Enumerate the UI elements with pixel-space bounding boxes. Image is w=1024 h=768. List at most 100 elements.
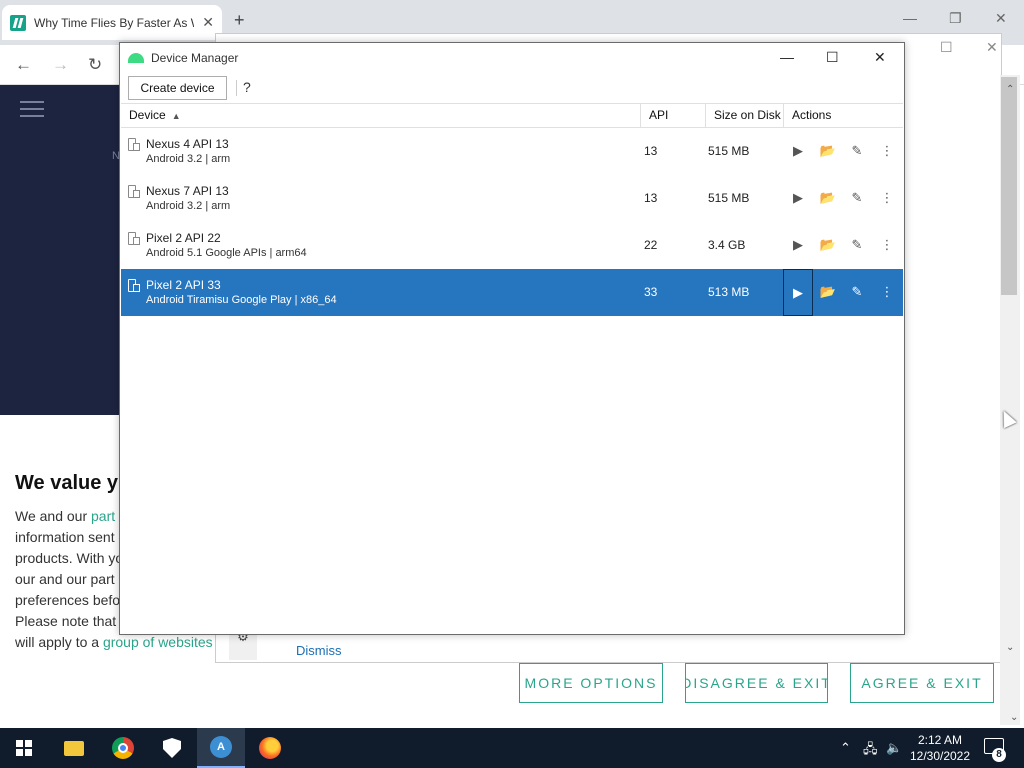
chrome-taskbar-button[interactable] bbox=[99, 728, 147, 768]
shield-icon bbox=[163, 738, 181, 758]
reload-icon[interactable]: ↻ bbox=[88, 55, 102, 75]
partners-link[interactable]: part bbox=[91, 508, 115, 524]
browser-restore-button[interactable]: ❐ bbox=[949, 10, 962, 27]
minimize-button[interactable]: — bbox=[780, 49, 794, 65]
device-api: 13 bbox=[644, 191, 658, 205]
device-manager-title: Device Manager bbox=[151, 51, 239, 65]
firefox-taskbar-button[interactable] bbox=[246, 728, 294, 768]
launch-play-icon[interactable]: ▶ bbox=[785, 233, 811, 257]
start-button[interactable] bbox=[0, 728, 48, 768]
overlay-restore-icon[interactable]: ☐ bbox=[940, 39, 953, 56]
edit-pencil-icon[interactable]: ✎ bbox=[844, 233, 870, 257]
consent-line: preferences befo bbox=[15, 592, 121, 608]
device-details: Android Tiramisu Google Play | x86_64 bbox=[146, 294, 337, 306]
device-name: Pixel 2 API 33 bbox=[146, 278, 221, 292]
folder-icon[interactable]: 📂 bbox=[815, 280, 841, 304]
create-device-button[interactable]: Create device bbox=[128, 76, 227, 100]
page-scrollbar-thumb[interactable] bbox=[1001, 77, 1017, 295]
device-api: 13 bbox=[644, 144, 658, 158]
firefox-icon bbox=[259, 737, 281, 759]
api-column-header[interactable]: API bbox=[641, 104, 706, 127]
toolbar-divider bbox=[236, 80, 237, 96]
close-tab-icon[interactable]: ✕ bbox=[202, 14, 214, 31]
size-column-header[interactable]: Size on Disk bbox=[706, 104, 784, 127]
security-taskbar-button[interactable] bbox=[148, 728, 196, 768]
more-vertical-icon[interactable]: ⋮ bbox=[874, 233, 900, 257]
device-details: Android 3.2 | arm bbox=[146, 153, 231, 165]
more-vertical-icon[interactable]: ⋮ bbox=[874, 280, 900, 304]
more-vertical-icon[interactable]: ⋮ bbox=[874, 139, 900, 163]
folder-icon[interactable]: 📂 bbox=[815, 139, 841, 163]
maximize-button[interactable]: ☐ bbox=[826, 49, 839, 66]
clock-date: 12/30/2022 bbox=[909, 749, 971, 763]
device-row[interactable]: Nexus 4 API 13 Android 3.2 | arm 13 515 … bbox=[121, 128, 903, 175]
dismiss-link[interactable]: Dismiss bbox=[296, 643, 342, 658]
chrome-icon bbox=[112, 737, 134, 759]
notification-count-badge: 8 bbox=[992, 748, 1006, 762]
browser-tab[interactable]: Why Time Flies By Faster As We ✕ bbox=[2, 5, 222, 40]
launch-play-icon[interactable]: ▶ bbox=[785, 186, 811, 210]
device-row-selected[interactable]: Pixel 2 API 33 Android Tiramisu Google P… bbox=[121, 269, 903, 316]
android-icon bbox=[128, 53, 144, 63]
taskbar-clock[interactable]: 2:12 AM 12/30/2022 bbox=[905, 732, 975, 764]
more-vertical-icon[interactable]: ⋮ bbox=[874, 186, 900, 210]
forward-arrow-icon[interactable]: → bbox=[52, 55, 69, 75]
group-of-websites-link[interactable]: group of websites bbox=[103, 634, 213, 650]
device-size: 515 MB bbox=[708, 191, 750, 205]
device-table-header: Device ▲ API Size on Disk Actions bbox=[121, 103, 903, 128]
edit-pencil-icon[interactable]: ✎ bbox=[844, 139, 870, 163]
device-icon bbox=[128, 232, 140, 247]
consent-line: Please note that bbox=[15, 613, 117, 629]
edit-pencil-icon[interactable]: ✎ bbox=[844, 186, 870, 210]
android-studio-taskbar-button[interactable]: A bbox=[197, 728, 245, 768]
device-size: 515 MB bbox=[708, 144, 750, 158]
browser-close-button[interactable]: ✕ bbox=[995, 10, 1007, 27]
network-icon[interactable]: 🖧 bbox=[863, 740, 878, 762]
folder-icon[interactable]: 📂 bbox=[815, 233, 841, 257]
consent-line: We and our part bbox=[15, 508, 116, 524]
edit-pencil-icon[interactable]: ✎ bbox=[844, 280, 870, 304]
scroll-up-icon[interactable]: ⌃ bbox=[1006, 84, 1014, 95]
file-explorer-button[interactable] bbox=[50, 728, 98, 768]
device-column-header[interactable]: Device ▲ bbox=[121, 104, 641, 127]
close-button[interactable]: ✕ bbox=[874, 49, 886, 66]
device-details: Android 3.2 | arm bbox=[146, 200, 231, 212]
site-favicon-icon bbox=[10, 14, 26, 31]
scroll-down-icon[interactable]: ⌄ bbox=[1006, 642, 1014, 653]
browser-tab-title: Why Time Flies By Faster As We bbox=[34, 15, 195, 30]
browser-minimize-button[interactable]: — bbox=[903, 10, 917, 26]
device-size: 513 MB bbox=[708, 285, 750, 299]
device-icon bbox=[128, 279, 140, 294]
sort-ascending-icon: ▲ bbox=[171, 111, 181, 121]
overlay-close-icon[interactable]: ✕ bbox=[986, 39, 998, 56]
new-tab-button[interactable]: + bbox=[234, 10, 245, 31]
more-options-button[interactable]: MORE OPTIONS bbox=[519, 663, 663, 703]
page-scroll-down-icon[interactable]: ⌄ bbox=[1010, 712, 1018, 723]
consent-line: our and our part bbox=[15, 571, 115, 587]
clock-time: 2:12 AM bbox=[917, 733, 963, 747]
device-api: 33 bbox=[644, 285, 658, 299]
volume-icon[interactable]: 🔈 bbox=[886, 740, 902, 756]
folder-icon[interactable]: 📂 bbox=[815, 186, 841, 210]
launch-play-icon[interactable]: ▶ bbox=[785, 139, 811, 163]
device-name: Pixel 2 API 22 bbox=[146, 231, 221, 245]
consent-line: will apply to a group of websites bbox=[15, 634, 213, 650]
device-icon bbox=[128, 138, 140, 153]
tray-chevron-icon[interactable]: ⌃ bbox=[840, 740, 851, 756]
launch-play-icon[interactable]: ▶ bbox=[783, 269, 813, 316]
folder-icon bbox=[64, 740, 84, 756]
device-manager-toolbar: Create device ? bbox=[120, 73, 904, 103]
consent-heading: We value y bbox=[15, 472, 119, 494]
device-icon bbox=[128, 185, 140, 200]
hamburger-menu-icon[interactable] bbox=[20, 101, 44, 119]
device-manager-window: Device Manager — ☐ ✕ Create device ? Dev… bbox=[119, 42, 905, 635]
device-row[interactable]: Pixel 2 API 22 Android 5.1 Google APIs |… bbox=[121, 222, 903, 269]
back-arrow-icon[interactable]: ← bbox=[15, 55, 32, 75]
actions-column-header: Actions bbox=[792, 108, 832, 122]
agree-exit-button[interactable]: AGREE & EXIT bbox=[850, 663, 994, 703]
help-button[interactable]: ? bbox=[243, 79, 251, 95]
site-header bbox=[0, 85, 120, 415]
disagree-exit-button[interactable]: DISAGREE & EXIT bbox=[685, 663, 828, 703]
android-studio-icon: A bbox=[210, 736, 232, 758]
device-row[interactable]: Nexus 7 API 13 Android 3.2 | arm 13 515 … bbox=[121, 175, 903, 222]
